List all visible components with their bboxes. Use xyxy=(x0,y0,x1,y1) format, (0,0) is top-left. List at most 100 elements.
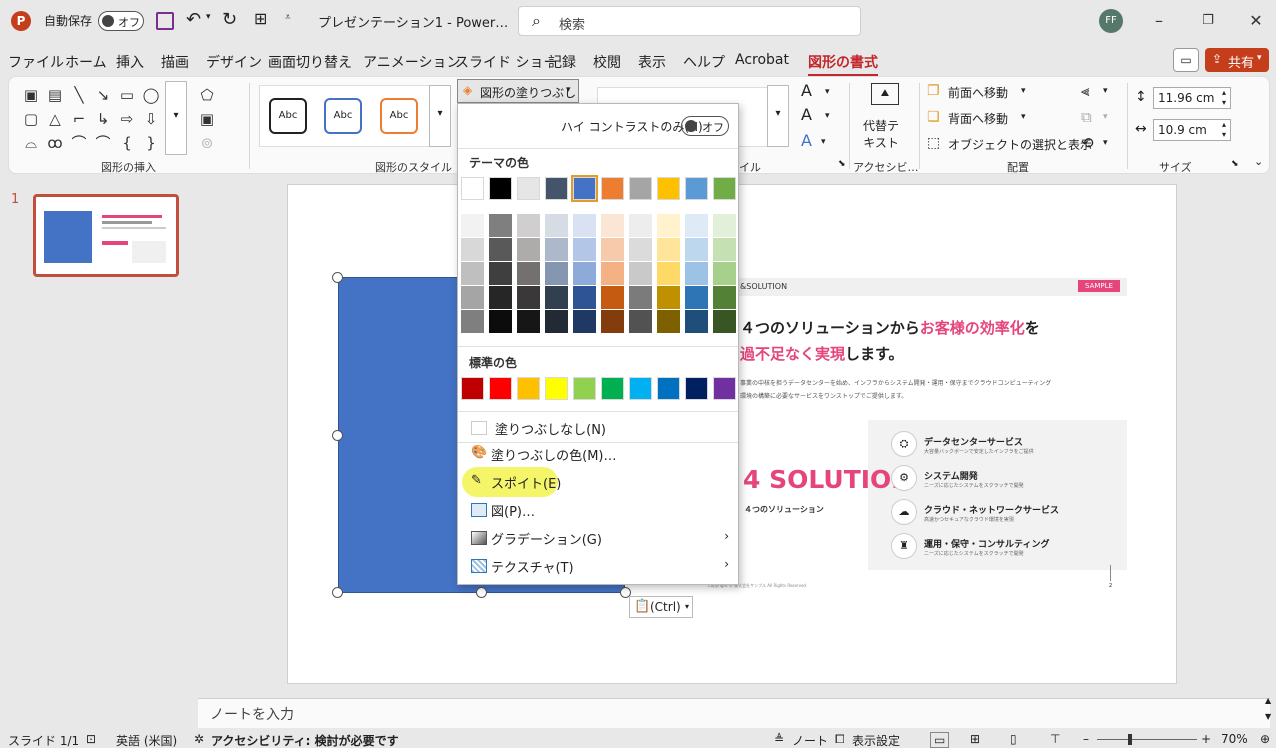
theme-shade-swatch[interactable] xyxy=(657,310,680,333)
restore-icon[interactable]: ❐ xyxy=(1193,8,1223,34)
theme-shade-swatch[interactable] xyxy=(545,238,568,261)
theme-color-swatch[interactable] xyxy=(571,175,598,202)
rotate-dropdown-icon[interactable]: ▾ xyxy=(1103,138,1108,148)
theme-shade-swatch[interactable] xyxy=(461,286,484,309)
theme-shade-swatch[interactable] xyxy=(685,214,708,237)
send-backward-icon[interactable]: ❏ xyxy=(927,109,940,125)
elbow-connector-shape-icon[interactable]: ⌐ xyxy=(69,109,89,129)
minimize-icon[interactable]: – xyxy=(1144,8,1174,34)
theme-shade-swatch[interactable] xyxy=(685,286,708,309)
text-outline-dropdown-icon[interactable]: ▾ xyxy=(825,111,830,121)
more-fill-colors-item[interactable]: 🎨 塗りつぶしの色(M)… xyxy=(459,441,737,467)
avatar[interactable]: FF xyxy=(1099,9,1123,33)
bring-forward-icon[interactable]: ❐ xyxy=(927,83,940,99)
theme-shade-swatch[interactable] xyxy=(601,310,624,333)
resize-handle-top-left[interactable] xyxy=(332,272,343,283)
curve-shape-icon[interactable]: ⌒ xyxy=(93,133,113,153)
text-fill-icon[interactable]: A xyxy=(801,81,812,100)
shape-styles-more[interactable]: ▾ xyxy=(429,85,451,147)
theme-shade-swatch[interactable] xyxy=(573,238,596,261)
scroll-up-icon[interactable]: ▲ xyxy=(1265,696,1271,705)
theme-shade-swatch[interactable] xyxy=(629,214,652,237)
theme-shade-swatch[interactable] xyxy=(629,262,652,285)
align-dropdown-icon[interactable]: ▾ xyxy=(1103,86,1108,96)
no-fill-item[interactable]: 塗りつぶしなし(N) xyxy=(459,415,737,441)
customize-toolbar-icon[interactable]: ⩡ xyxy=(285,12,291,23)
notes-pane[interactable]: ノートを入力 xyxy=(198,698,1270,728)
autosave-toggle[interactable]: オフ xyxy=(98,11,144,31)
theme-shade-swatch[interactable] xyxy=(601,286,624,309)
shape-width-input[interactable]: 10.9 cm ▴ ▾ xyxy=(1153,119,1231,141)
theme-shade-swatch[interactable] xyxy=(545,310,568,333)
theme-shade-swatch[interactable] xyxy=(601,214,624,237)
theme-shade-swatch[interactable] xyxy=(573,286,596,309)
theme-shade-swatch[interactable] xyxy=(461,310,484,333)
save-icon[interactable] xyxy=(156,12,174,30)
theme-shade-swatch[interactable] xyxy=(489,310,512,333)
theme-shade-swatch[interactable] xyxy=(601,262,624,285)
theme-shade-swatch[interactable] xyxy=(657,214,680,237)
theme-shade-swatch[interactable] xyxy=(489,214,512,237)
theme-color-swatch[interactable] xyxy=(657,177,680,200)
theme-color-swatch[interactable] xyxy=(601,177,624,200)
bring-forward-label[interactable]: 前面へ移動 xyxy=(948,84,1008,101)
redo-icon[interactable]: ↻ xyxy=(222,9,237,30)
tab-animations[interactable]: アニメーション xyxy=(363,52,460,72)
zoom-level[interactable]: 70% xyxy=(1221,732,1248,746)
dialog-launcher-icon[interactable]: ⬊ xyxy=(838,159,846,169)
undo-icon[interactable]: ↶ xyxy=(186,9,201,30)
theme-shade-swatch[interactable] xyxy=(685,310,708,333)
tab-review[interactable]: 校閲 xyxy=(593,52,621,72)
alt-text-button[interactable]: ⛰ 代替テ キスト xyxy=(861,83,909,151)
theme-color-swatch[interactable] xyxy=(685,177,708,200)
send-backward-dropdown-icon[interactable]: ▾ xyxy=(1021,112,1026,122)
theme-shade-swatch[interactable] xyxy=(573,214,596,237)
line-shape-icon[interactable]: ╲ xyxy=(69,85,89,105)
theme-shade-swatch[interactable] xyxy=(657,238,680,261)
undo-dropdown-icon[interactable]: ▾ xyxy=(206,12,211,22)
standard-color-swatch[interactable] xyxy=(713,377,736,400)
rectangle-shape-icon[interactable]: ▭ xyxy=(117,85,137,105)
theme-shade-swatch[interactable] xyxy=(657,286,680,309)
shape-style-orange[interactable]: Abc xyxy=(380,98,418,134)
paste-options-button[interactable]: 📋 (Ctrl) ▾ xyxy=(629,596,693,618)
text-effects-icon[interactable]: A xyxy=(801,131,812,150)
scribble-shape-icon[interactable]: ꝏ xyxy=(45,133,65,153)
theme-shade-swatch[interactable] xyxy=(713,310,736,333)
standard-color-swatch[interactable] xyxy=(461,377,484,400)
theme-color-swatch[interactable] xyxy=(517,177,540,200)
picture-fill-item[interactable]: 図(P)… xyxy=(459,497,737,523)
vertical-scrollbar[interactable]: ▲ ▼ xyxy=(1264,696,1274,728)
draw-textbox-icon[interactable]: ▣ xyxy=(197,109,217,129)
theme-shade-swatch[interactable] xyxy=(489,238,512,261)
close-icon[interactable]: ✕ xyxy=(1241,8,1271,34)
theme-shade-swatch[interactable] xyxy=(685,238,708,261)
right-arrow-shape-icon[interactable]: ⇨ xyxy=(117,109,137,129)
theme-shade-swatch[interactable] xyxy=(629,310,652,333)
text-fill-dropdown-icon[interactable]: ▾ xyxy=(825,87,830,97)
zoom-slider[interactable] xyxy=(1097,739,1197,740)
eyedropper-item[interactable]: ✎ スポイト(E) xyxy=(459,469,737,495)
high-contrast-toggle[interactable]: オフ xyxy=(681,116,729,136)
width-spinner-icon[interactable]: ▴ ▾ xyxy=(1222,120,1226,140)
share-button[interactable]: ⇪ 共有 ▾ xyxy=(1205,48,1269,72)
theme-shade-swatch[interactable] xyxy=(517,238,540,261)
oval-shape-icon[interactable]: ◯ xyxy=(141,85,161,105)
zoom-out-icon[interactable]: – xyxy=(1083,732,1089,746)
search-box[interactable]: ⌕ 検索 xyxy=(518,6,861,36)
arrow-line-shape-icon[interactable]: ↘ xyxy=(93,85,113,105)
theme-shade-swatch[interactable] xyxy=(545,286,568,309)
resize-handle-middle-left[interactable] xyxy=(332,430,343,441)
display-settings-icon[interactable]: ⧠ xyxy=(835,732,845,747)
theme-color-swatch[interactable] xyxy=(713,177,736,200)
standard-color-swatch[interactable] xyxy=(685,377,708,400)
spellcheck-icon[interactable]: ⊡ xyxy=(86,732,96,746)
vertical-textbox-shape-icon[interactable]: ▤ xyxy=(45,85,65,105)
notes-icon[interactable]: ≜ xyxy=(774,732,784,746)
theme-shade-swatch[interactable] xyxy=(629,286,652,309)
theme-shade-swatch[interactable] xyxy=(573,262,596,285)
text-effects-dropdown-icon[interactable]: ▾ xyxy=(821,137,826,147)
resize-handle-bottom-left[interactable] xyxy=(332,587,343,598)
tab-shape-format[interactable]: 図形の書式 xyxy=(808,52,878,77)
selection-pane-icon[interactable]: ⬚ xyxy=(927,135,940,151)
